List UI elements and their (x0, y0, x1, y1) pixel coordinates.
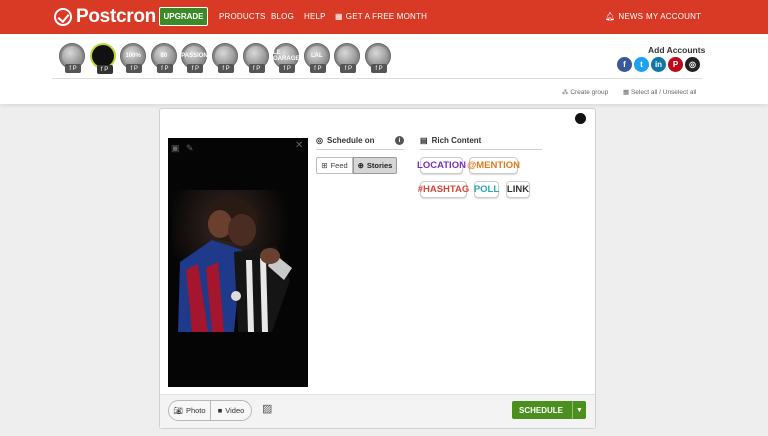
instagram-icon: ◎ (316, 136, 323, 145)
account-badge: PASSION (181, 46, 208, 66)
link-sticker[interactable]: LINK (506, 181, 530, 198)
account-badge: LE GARAGE (273, 46, 299, 66)
schedule-on-title: ◎ Schedule on (316, 136, 375, 145)
account-avatar[interactable]: LE GARAGE f P (273, 43, 299, 73)
nav-my-account[interactable]: MY ACCOUNT (646, 12, 701, 21)
account-avatar[interactable]: LAL f P (303, 43, 330, 73)
upgrade-button[interactable]: UPGRADE (159, 7, 208, 26)
account-avatar[interactable]: f P (89, 43, 116, 74)
divider (52, 78, 702, 79)
account-avatar[interactable]: PASSION f P (181, 43, 208, 73)
plus-circle-icon: ⊕ (357, 161, 364, 170)
account-avatar[interactable]: f P (242, 43, 269, 73)
account-avatar[interactable]: f P (334, 43, 361, 73)
preview-image (172, 190, 296, 332)
network-tag-icon: f P (371, 64, 387, 73)
schedule-button[interactable]: SCHEDULE ▼ (512, 401, 586, 419)
nav-free-month[interactable]: ▦ GET A FREE MONTH (335, 12, 427, 21)
rich-content-label: Rich Content (431, 136, 482, 145)
schedule-on-label: Schedule on (326, 136, 375, 145)
nav-products[interactable]: PRODUCTS (219, 12, 266, 21)
linkedin-icon[interactable]: in (651, 57, 666, 72)
rich-content-title: ▤ Rich Content (420, 136, 481, 145)
network-tag-icon: f P (96, 65, 113, 74)
network-tag-icon: f P (309, 64, 326, 73)
nav-help[interactable]: HELP (304, 12, 326, 21)
network-tag-icon: f P (218, 64, 234, 73)
postcron-logo[interactable]: Postcron (54, 6, 156, 28)
account-badge (93, 47, 112, 65)
video-label: Video (225, 406, 245, 415)
brand-name: Postcron (76, 6, 156, 27)
story-preview: ▣ ✎ ✕ (168, 138, 308, 387)
network-tag-icon: f P (340, 64, 357, 73)
network-tag-icon: f P (248, 64, 265, 73)
gift-icon: ▦ (335, 12, 343, 21)
select-all-label: Select all / Unselect all (630, 89, 697, 96)
chevron-down-icon[interactable]: ▼ (572, 401, 586, 419)
account-badge (245, 46, 266, 66)
network-tag-icon: f P (126, 64, 143, 73)
network-tag-icon: f P (156, 64, 173, 73)
info-icon[interactable]: i (395, 136, 404, 145)
nav-news[interactable]: 🔔︎ NEWS (605, 12, 643, 21)
account-badge (337, 46, 358, 66)
account-badge (368, 46, 388, 66)
video-camera-icon: ■ (217, 406, 223, 415)
nav-free-month-label: GET A FREE MONTH (345, 12, 428, 21)
network-tag-icon: f P (187, 64, 204, 73)
schedule-label: SCHEDULE (519, 405, 564, 415)
create-group-link[interactable]: ⁂ Create group (562, 88, 608, 96)
logo-check-icon (54, 8, 72, 26)
feed-label: Feed (330, 161, 348, 170)
stories-label: Stories (366, 161, 393, 170)
select-all-link[interactable]: ▦ Select all / Unselect all (623, 88, 696, 96)
divider (420, 149, 542, 150)
hashtag-sticker[interactable]: #HASHTAG (418, 181, 469, 198)
sticker-icon[interactable]: ▣ (171, 143, 180, 154)
close-composer-button[interactable] (575, 113, 586, 124)
camera-icon: 📷︎ (173, 406, 183, 415)
nav-news-label: NEWS (618, 12, 644, 21)
instagram-icon[interactable]: ◎ (685, 57, 700, 72)
bell-icon: 🔔︎ (605, 12, 616, 21)
account-avatar[interactable]: 100% f P (120, 43, 147, 73)
photo-label: Photo (185, 406, 206, 415)
add-accounts-label: Add Accounts (648, 45, 706, 55)
top-nav: Postcron UPGRADE PRODUCTS BLOG HELP ▦ GET… (0, 0, 768, 34)
twitter-icon[interactable]: t (634, 57, 649, 72)
gallery-icon[interactable]: ▨ (262, 402, 276, 416)
sticker-icon: ▤ (420, 136, 428, 145)
account-badge: 80 (153, 46, 174, 66)
divider (316, 149, 404, 150)
facebook-icon[interactable]: f (617, 57, 632, 72)
network-tag-icon: f P (279, 64, 296, 73)
remove-media-icon[interactable]: ✕ (295, 140, 303, 151)
network-tag-icon: f P (65, 64, 81, 73)
account-badge (62, 46, 82, 66)
add-photo-button[interactable]: 📷︎ Photo (168, 400, 211, 421)
mention-sticker[interactable]: @MENTION (467, 157, 520, 174)
pencil-icon[interactable]: ✎ (186, 143, 194, 154)
account-badge (215, 46, 235, 66)
location-sticker[interactable]: LOCATION (417, 157, 466, 174)
account-avatar[interactable]: f P (365, 43, 391, 73)
account-badge: 100% (123, 46, 144, 66)
stories-toggle[interactable]: ⊕ Stories (353, 157, 397, 174)
accounts-bar: f Pf P 100% f P 80 f P PASSION f Pf Pf P LE GAR… (0, 34, 768, 104)
account-avatar[interactable]: f P (212, 43, 238, 73)
feed-toggle[interactable]: ⊞ Feed (316, 157, 353, 174)
poll-sticker[interactable]: POLL (474, 181, 499, 198)
plus-square-icon: ⊞ (321, 161, 328, 170)
account-avatar[interactable]: 80 f P (150, 43, 177, 73)
account-badge: LAL (306, 46, 327, 66)
nav-blog[interactable]: BLOG (271, 12, 294, 21)
create-group-label: Create group (570, 89, 609, 96)
account-avatar[interactable]: f P (59, 43, 85, 73)
add-video-button[interactable]: ■ Video (210, 400, 252, 421)
pinterest-icon[interactable]: P (668, 57, 683, 72)
